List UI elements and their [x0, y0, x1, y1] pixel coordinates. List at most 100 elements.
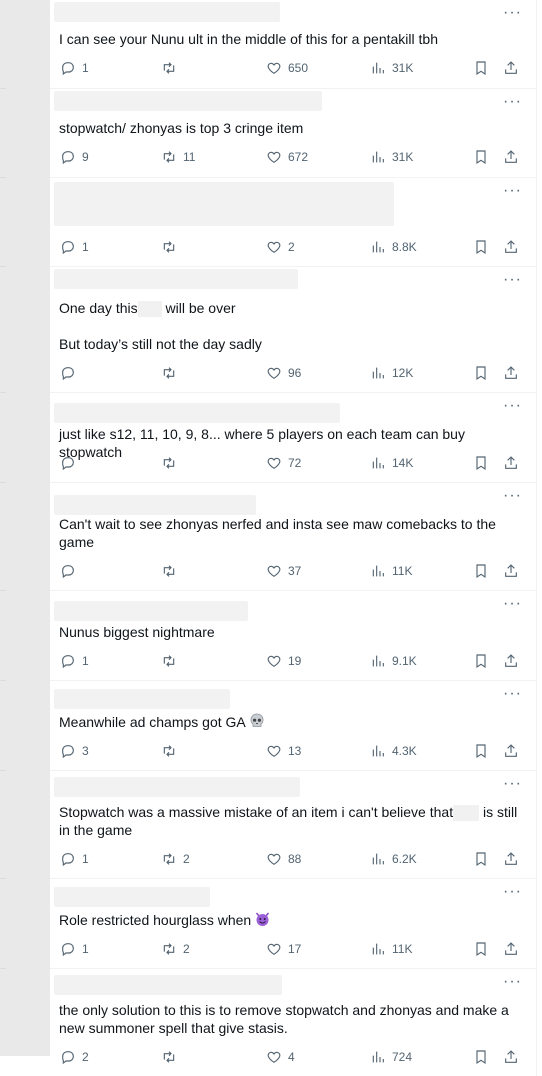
rail-divider: [0, 392, 6, 393]
reply-tweet[interactable]: ··· Role restricted hourglass when 1 2 1…: [50, 879, 536, 969]
tweet-text: One day this will be over: [59, 299, 525, 318]
share-button[interactable]: [503, 849, 519, 869]
more-options-icon[interactable]: ···: [503, 488, 522, 504]
share-button[interactable]: [503, 1047, 519, 1067]
like-button[interactable]: 88: [266, 849, 301, 869]
retweet-button[interactable]: [161, 651, 183, 671]
like-button[interactable]: 672: [266, 147, 308, 167]
reply-tweet[interactable]: ··· One day this will be over But today’…: [50, 267, 536, 393]
reply-tweet[interactable]: ··· stopwatch/ zhonyas is top 3 cringe i…: [50, 89, 536, 178]
retweet-button[interactable]: [161, 58, 183, 78]
reply-button[interactable]: 2: [60, 1047, 89, 1067]
more-options-icon[interactable]: ···: [503, 884, 522, 900]
retweet-button[interactable]: 2: [161, 939, 190, 959]
share-button[interactable]: [503, 651, 519, 671]
more-options-icon[interactable]: ···: [503, 5, 522, 21]
bookmark-button[interactable]: [473, 58, 489, 78]
reply-button[interactable]: 1: [60, 939, 89, 959]
tweet-text: But today’s still not the day sadly: [59, 336, 262, 352]
retweet-button[interactable]: [161, 453, 183, 473]
retweet-icon: [163, 367, 175, 379]
views-button[interactable]: 14K: [370, 453, 413, 473]
like-button[interactable]: 13: [266, 741, 301, 761]
more-options-icon[interactable]: ···: [503, 272, 522, 288]
reply-tweet[interactable]: ··· 1 2 8.8K: [50, 178, 536, 267]
share-button[interactable]: [503, 58, 519, 78]
views-button[interactable]: 12K: [370, 363, 413, 383]
like-button[interactable]: 2: [266, 237, 295, 257]
reply-tweet[interactable]: ··· I can see your Nunu ult in the middl…: [50, 0, 536, 89]
views-button[interactable]: 724: [370, 1047, 412, 1067]
views-button[interactable]: 6.2K: [370, 849, 417, 869]
more-options-icon[interactable]: ···: [503, 776, 522, 792]
like-button[interactable]: 96: [266, 363, 301, 383]
views-button[interactable]: 4.3K: [370, 741, 417, 761]
retweet-button[interactable]: 11: [161, 147, 195, 167]
like-button[interactable]: 650: [266, 58, 308, 78]
reply-button[interactable]: [60, 561, 82, 581]
more-options-icon[interactable]: ···: [503, 596, 522, 612]
more-options-icon[interactable]: ···: [503, 686, 522, 702]
reply-button[interactable]: [60, 363, 82, 383]
views-count: 6.2K: [392, 852, 417, 866]
retweet-button[interactable]: [161, 363, 183, 383]
bookmark-button[interactable]: [473, 363, 489, 383]
views-button[interactable]: 9.1K: [370, 651, 417, 671]
reply-button[interactable]: 1: [60, 849, 89, 869]
reply-tweet[interactable]: ··· Stopwatch was a massive mistake of a…: [50, 771, 536, 879]
reply-button[interactable]: 1: [60, 237, 89, 257]
like-button[interactable]: 17: [266, 939, 301, 959]
reply-tweet[interactable]: ··· Can't wait to see zhonyas nerfed and…: [50, 483, 536, 591]
more-options-icon[interactable]: ···: [503, 94, 522, 110]
views-button[interactable]: 8.8K: [370, 237, 417, 257]
bookmark-button[interactable]: [473, 453, 489, 473]
share-button[interactable]: [503, 147, 519, 167]
action-bar: 1 2 17 11K: [60, 939, 528, 959]
retweet-button[interactable]: [161, 1047, 183, 1067]
bookmark-button[interactable]: [473, 1047, 489, 1067]
retweet-button[interactable]: [161, 741, 183, 761]
share-icon: [505, 366, 517, 379]
like-button[interactable]: 19: [266, 651, 301, 671]
more-options-icon[interactable]: ···: [503, 398, 522, 414]
bookmark-button[interactable]: [473, 561, 489, 581]
share-button[interactable]: [503, 363, 519, 383]
bookmark-button[interactable]: [473, 939, 489, 959]
more-options-icon[interactable]: ···: [503, 974, 522, 990]
reply-tweet[interactable]: ··· Meanwhile ad champs got GA 3 13 4.3K: [50, 681, 536, 771]
reply-button[interactable]: 1: [60, 58, 89, 78]
heart-icon: [267, 943, 281, 956]
bookmark-button[interactable]: [473, 849, 489, 869]
action-bar: 1 650 31K: [60, 58, 528, 78]
share-button[interactable]: [503, 561, 519, 581]
views-button[interactable]: 11K: [370, 939, 412, 959]
heart-icon: [267, 151, 281, 164]
retweet-button[interactable]: 2: [161, 849, 190, 869]
like-button[interactable]: 37: [266, 561, 301, 581]
like-button[interactable]: 72: [266, 453, 301, 473]
reply-button[interactable]: 1: [60, 651, 89, 671]
reply-button[interactable]: 3: [60, 741, 89, 761]
share-button[interactable]: [503, 741, 519, 761]
reply-button[interactable]: 9: [60, 147, 89, 167]
reply-tweet[interactable]: ··· just like s12, 11, 10, 9, 8... where…: [50, 393, 536, 483]
like-button[interactable]: 4: [266, 1047, 295, 1067]
bookmark-button[interactable]: [473, 237, 489, 257]
more-options-icon[interactable]: ···: [503, 183, 522, 199]
bookmark-button[interactable]: [473, 651, 489, 671]
reply-tweet[interactable]: ··· Nunus biggest nightmare 1 19 9.1K: [50, 591, 536, 681]
views-button[interactable]: 31K: [370, 147, 413, 167]
retweet-button[interactable]: [161, 561, 183, 581]
views-button[interactable]: 31K: [370, 58, 413, 78]
reply-icon: [62, 565, 74, 579]
reply-button[interactable]: [60, 453, 82, 473]
share-button[interactable]: [503, 453, 519, 473]
retweet-button[interactable]: [161, 237, 183, 257]
tweet-text-part: One day this: [59, 300, 138, 316]
reply-tweet[interactable]: ··· the only solution to this is to remo…: [50, 969, 536, 1076]
bookmark-button[interactable]: [473, 147, 489, 167]
share-button[interactable]: [503, 237, 519, 257]
bookmark-button[interactable]: [473, 741, 489, 761]
views-button[interactable]: 11K: [370, 561, 412, 581]
share-button[interactable]: [503, 939, 519, 959]
